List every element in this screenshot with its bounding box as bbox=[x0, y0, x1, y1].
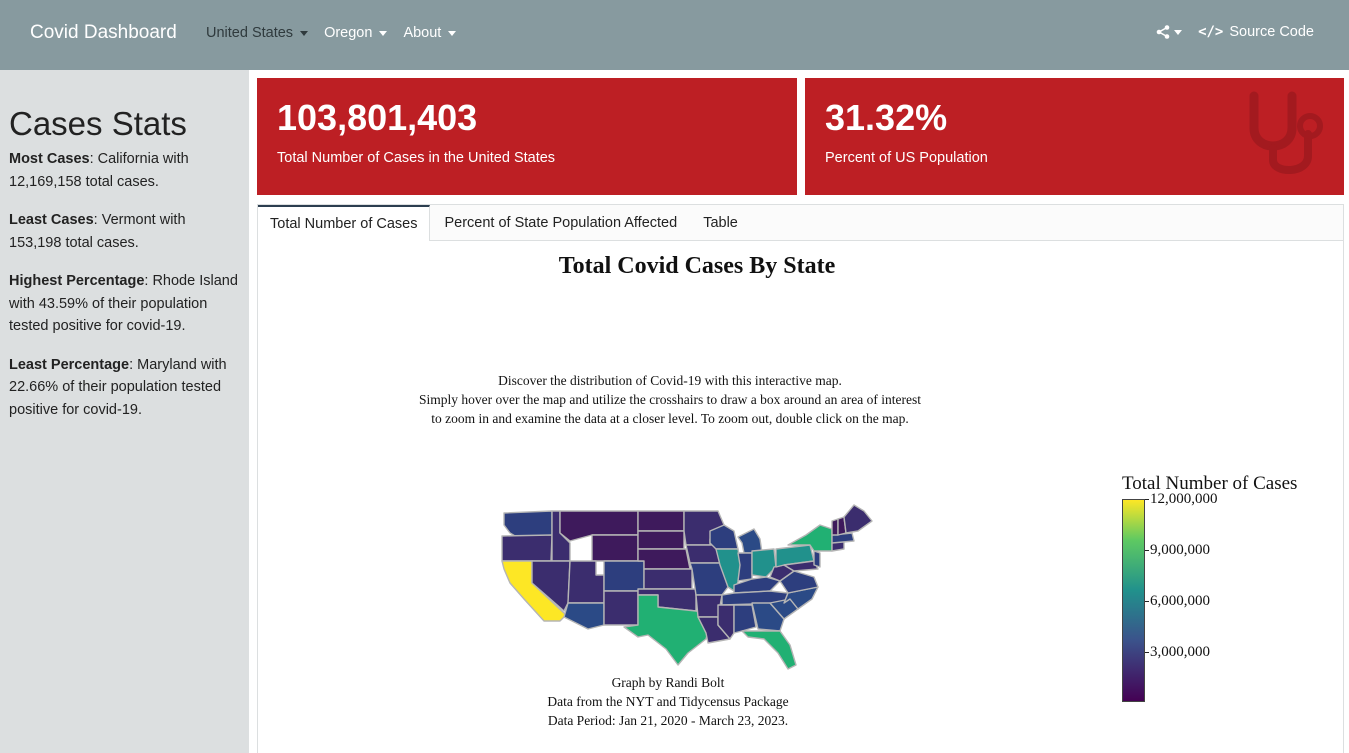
sidebar-title: Cases Stats bbox=[9, 105, 187, 142]
value-box-label: Total Number of Cases in the United Stat… bbox=[277, 150, 556, 166]
nav-menu-about[interactable]: About bbox=[403, 25, 457, 41]
caret-down-icon bbox=[379, 30, 388, 36]
description-line: to zoom in and examine the data at a clo… bbox=[431, 411, 909, 426]
tab-percent-population[interactable]: Percent of State Population Affected bbox=[432, 205, 689, 241]
sidebar: Cases Stats Most Cases: California with … bbox=[0, 70, 249, 753]
map-description: Discover the distribution of Covid-19 wi… bbox=[258, 371, 1082, 428]
caret-down-icon bbox=[1174, 29, 1183, 35]
nav-menu-united-states[interactable]: United States bbox=[206, 25, 309, 41]
legend-tick-label: 12,000,000 bbox=[1145, 491, 1218, 508]
nav-menu-label: Oregon bbox=[324, 25, 373, 41]
credit-line: Data Period: Jan 21, 2020 - March 23, 20… bbox=[547, 713, 789, 728]
nav-menu: United States Oregon About bbox=[206, 25, 472, 41]
description-line: Simply hover over the map and utilize th… bbox=[419, 392, 921, 407]
legend-tick-label: 3,000,000 bbox=[1145, 644, 1210, 661]
description-line: Discover the distribution of Covid-19 wi… bbox=[498, 373, 842, 388]
tab-bar: Total Number of Cases Percent of State P… bbox=[258, 205, 1343, 241]
stat-least-percentage: Least Percentage: Maryland with 22.66% o… bbox=[9, 354, 240, 422]
value-box-percent-population: 31.32% Percent of US Population bbox=[805, 78, 1344, 195]
map-panel: Total Covid Cases By State Discover the … bbox=[258, 241, 1343, 753]
nav-menu-oregon[interactable]: Oregon bbox=[324, 25, 388, 41]
source-code-label: Source Code bbox=[1229, 24, 1314, 40]
credit-line: Graph by Randi Bolt bbox=[611, 675, 725, 690]
code-icon: </> bbox=[1198, 24, 1224, 40]
tab-total-cases[interactable]: Total Number of Cases bbox=[258, 205, 431, 241]
share-icon bbox=[1156, 25, 1170, 39]
us-choropleth-map[interactable] bbox=[498, 503, 890, 673]
stat-key: Highest Percentage bbox=[9, 273, 145, 289]
stat-key: Least Percentage bbox=[9, 356, 130, 373]
credit-line: Data from the NYT and Tidycensus Package bbox=[547, 694, 789, 709]
nav-menu-label: About bbox=[403, 25, 442, 41]
stat-least-cases: Least Cases: Vermont with 153,198 total … bbox=[9, 209, 240, 254]
tab-card: Total Number of Cases Percent of State P… bbox=[257, 204, 1344, 753]
brand-title[interactable]: Covid Dashboard bbox=[30, 22, 177, 44]
tab-table[interactable]: Table bbox=[691, 205, 750, 241]
legend-tick-label: 9,000,000 bbox=[1145, 542, 1210, 559]
source-code-link[interactable]: </> Source Code bbox=[1198, 24, 1314, 40]
map-credits: Graph by Randi Bolt Data from the NYT an… bbox=[258, 673, 1078, 730]
map-title: Total Covid Cases By State bbox=[558, 253, 836, 279]
caret-down-icon bbox=[448, 30, 457, 36]
value-box-total-cases: 103,801,403 Total Number of Cases in the… bbox=[257, 78, 797, 195]
caret-down-icon bbox=[300, 30, 309, 36]
stat-key: Most Cases bbox=[9, 151, 90, 167]
stethoscope-icon bbox=[1249, 91, 1323, 175]
stat-most-cases: Most Cases: California with 12,169,158 t… bbox=[9, 148, 240, 193]
color-bar bbox=[1122, 499, 1145, 702]
navbar: Covid Dashboard United States Oregon Abo… bbox=[0, 0, 1349, 70]
legend-tick-label: 6,000,000 bbox=[1145, 593, 1210, 610]
map-legend: Total Number of Cases 12,000,000 9,000,0… bbox=[1122, 473, 1297, 702]
share-button[interactable] bbox=[1156, 25, 1183, 39]
stat-key: Least Cases bbox=[9, 212, 94, 228]
stat-highest-percentage: Highest Percentage: Rhode Island with 43… bbox=[9, 270, 240, 338]
nav-menu-label: United States bbox=[206, 25, 294, 41]
nav-right: </> Source Code bbox=[1156, 24, 1314, 40]
value-box-value: 103,801,403 bbox=[277, 97, 478, 138]
